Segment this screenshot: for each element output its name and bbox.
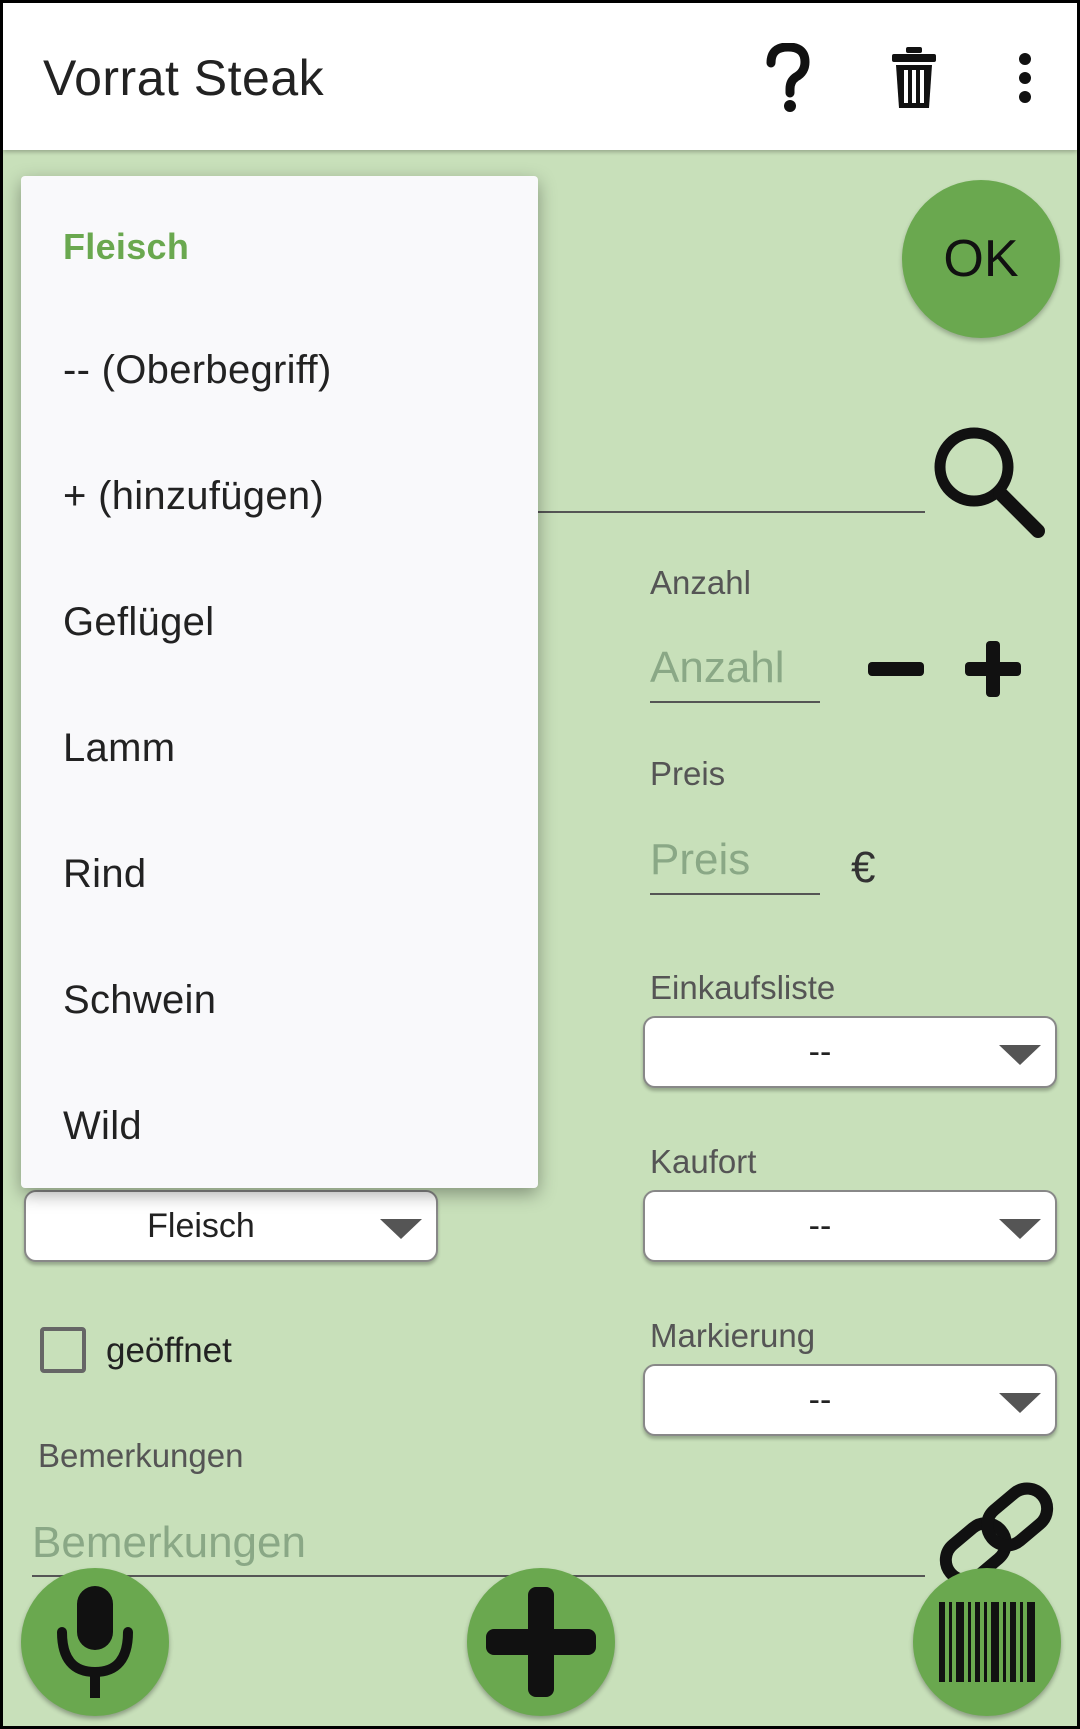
plus-button[interactable] [958,634,1028,704]
search-icon[interactable] [928,421,1048,541]
app-bar: Vorrat Steak [3,3,1077,150]
anzahl-input[interactable]: Anzahl [650,643,785,693]
dropdown-item[interactable]: + (hinzufügen) [63,474,324,519]
minus-button[interactable] [861,634,931,704]
geoeffnet-checkbox[interactable] [40,1327,86,1373]
einkaufsliste-spinner[interactable]: -- [643,1016,1057,1088]
dropdown-arrow-icon [999,1393,1041,1413]
bemerkungen-input[interactable]: Bemerkungen [32,1518,306,1568]
dropdown-arrow-icon [999,1219,1041,1239]
app-frame: Vorrat Steak OK Anzahl Anzahl Preis Prei… [3,3,1077,1726]
anzahl-underline [650,701,820,703]
preis-underline [650,893,820,895]
markierung-label: Markierung [650,1317,816,1354]
dropdown-item-selected[interactable]: Fleisch [63,226,189,268]
dropdown-item[interactable]: Geflügel [63,600,214,645]
kaufort-label: Kaufort [650,1143,757,1180]
spinner-value: Fleisch [147,1206,255,1245]
dropdown-item[interactable]: Schwein [63,978,216,1023]
microphone-icon [57,1586,133,1698]
barcode-scan-button[interactable] [913,1568,1061,1716]
spinner-value: -- [808,1206,832,1245]
trash-icon[interactable] [879,43,949,113]
dropdown-arrow-icon [380,1219,422,1239]
bemerkungen-underline [32,1575,925,1577]
name-input-underline[interactable] [533,511,925,513]
category-dropdown-menu: Fleisch -- (Oberbegriff) + (hinzufügen) … [21,176,538,1188]
ok-button[interactable]: OK [902,180,1060,338]
microphone-button[interactable] [21,1568,169,1716]
kaufort-spinner[interactable]: -- [643,1190,1057,1262]
add-icon [486,1587,596,1697]
dropdown-item[interactable]: Wild [63,1104,142,1149]
currency-symbol: € [851,843,876,892]
anzahl-label: Anzahl [650,564,751,601]
preis-input[interactable]: Preis [650,835,750,885]
barcode-icon [939,1602,1035,1682]
spinner-value: -- [808,1380,832,1419]
dropdown-item[interactable]: Lamm [63,726,175,771]
dropdown-arrow-icon [999,1045,1041,1065]
bemerkungen-label: Bemerkungen [38,1437,244,1474]
help-icon[interactable] [753,43,823,113]
page-title: Vorrat Steak [43,50,325,106]
more-vert-icon[interactable] [990,43,1060,113]
markierung-spinner[interactable]: -- [643,1364,1057,1436]
kategorie-spinner[interactable]: Fleisch [24,1190,438,1262]
geoeffnet-label: geöffnet [106,1331,232,1370]
einkaufsliste-label: Einkaufsliste [650,969,836,1006]
dropdown-item[interactable]: -- (Oberbegriff) [63,348,332,393]
dropdown-item[interactable]: Rind [63,852,146,897]
spinner-value: -- [808,1032,832,1071]
preis-label: Preis [650,755,726,792]
add-button[interactable] [467,1568,615,1716]
